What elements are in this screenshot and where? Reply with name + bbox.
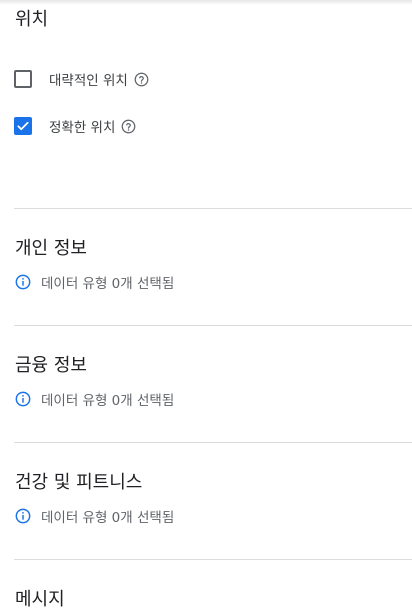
approximate-location-row[interactable]: 대략적인 위치 xyxy=(14,68,149,90)
info-icon xyxy=(15,508,31,524)
help-icon[interactable] xyxy=(134,72,149,87)
divider xyxy=(14,559,412,560)
top-shadow xyxy=(0,0,412,5)
approximate-location-label: 대략적인 위치 xyxy=(49,73,128,89)
financial-info-section-title[interactable]: 금융 정보 xyxy=(15,354,87,378)
help-icon[interactable] xyxy=(121,119,136,134)
divider xyxy=(14,442,412,443)
messages-section-title[interactable]: 메시지 xyxy=(15,588,65,612)
health-fitness-status: 데이터 유형 0개 선택됨 xyxy=(15,507,175,526)
financial-info-status-text: 데이터 유형 0개 선택됨 xyxy=(41,393,175,409)
location-section-title: 위치 xyxy=(15,9,49,30)
precise-location-checkbox[interactable] xyxy=(14,117,32,135)
health-fitness-section-title[interactable]: 건강 및 피트니스 xyxy=(15,471,142,495)
info-icon xyxy=(15,274,31,290)
financial-info-status: 데이터 유형 0개 선택됨 xyxy=(15,390,175,409)
info-icon xyxy=(15,391,31,407)
divider xyxy=(14,208,412,209)
personal-info-status-text: 데이터 유형 0개 선택됨 xyxy=(41,276,175,292)
checkmark-icon xyxy=(17,121,29,131)
health-fitness-status-text: 데이터 유형 0개 선택됨 xyxy=(41,510,175,526)
personal-info-status: 데이터 유형 0개 선택됨 xyxy=(15,273,175,292)
divider xyxy=(14,325,412,326)
personal-info-section-title[interactable]: 개인 정보 xyxy=(15,237,87,261)
precise-location-row[interactable]: 정확한 위치 xyxy=(14,115,136,137)
data-safety-form: 위치 대략적인 위치 정확한 위치 개인 정보 데이터 유형 0개 선택됨 금융… xyxy=(0,0,412,613)
precise-location-label: 정확한 위치 xyxy=(49,120,116,136)
approximate-location-checkbox[interactable] xyxy=(14,70,32,88)
